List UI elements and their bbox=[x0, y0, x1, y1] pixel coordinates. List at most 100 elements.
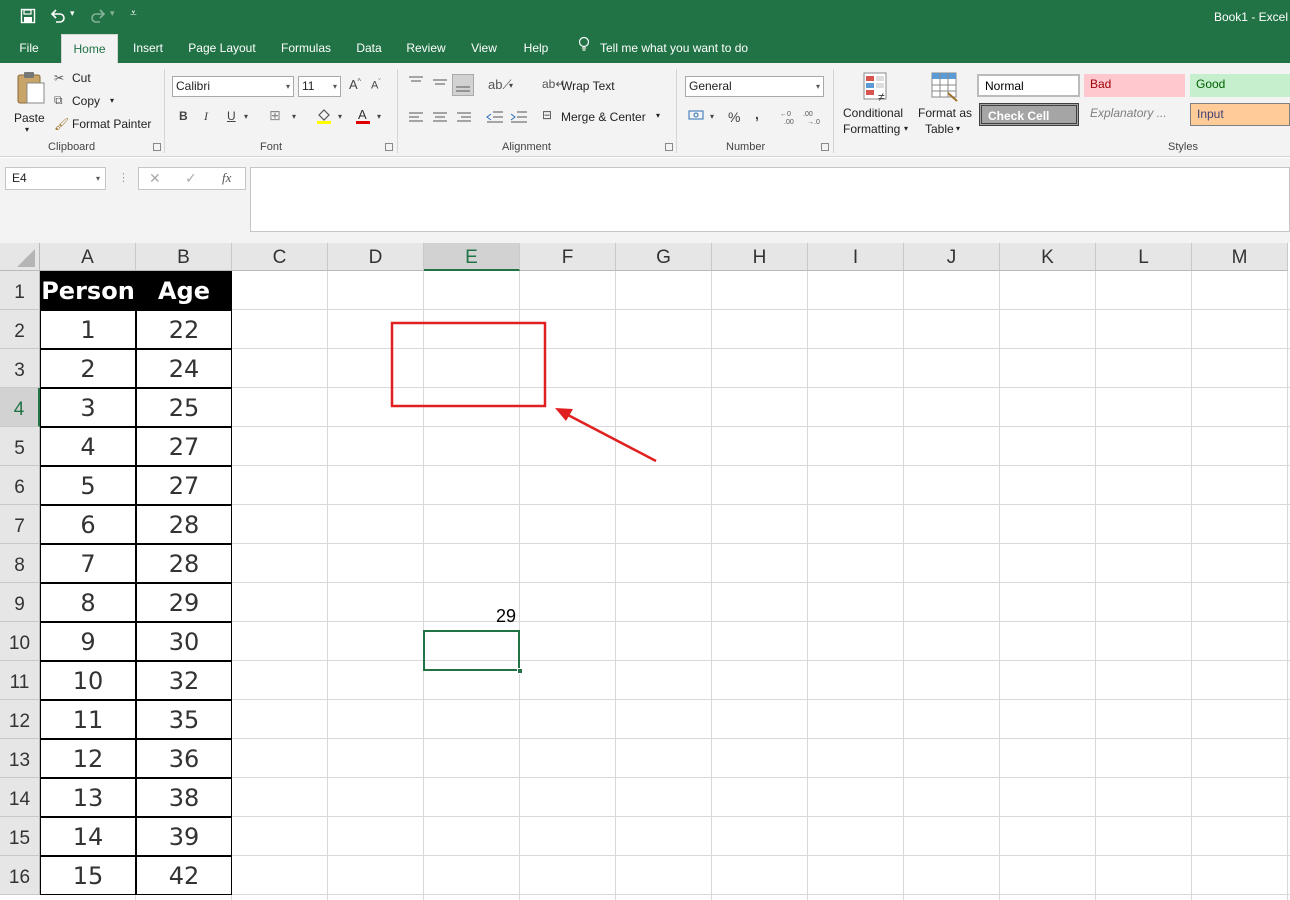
font-name-value: Calibri bbox=[176, 79, 211, 93]
merge-center-label: Merge & Center bbox=[561, 110, 646, 124]
cancel-icon[interactable]: ✕ bbox=[149, 170, 161, 187]
paste-button[interactable]: Paste ▾ bbox=[12, 69, 46, 137]
customize-qat-icon[interactable]: ⩡ bbox=[130, 6, 137, 21]
font-color-dropdown-icon[interactable]: ▾ bbox=[377, 112, 381, 121]
font-launcher-icon[interactable] bbox=[385, 143, 393, 151]
tab-help[interactable]: Help bbox=[517, 34, 555, 63]
tab-insert[interactable]: Insert bbox=[126, 34, 170, 63]
bold-button[interactable]: B bbox=[179, 109, 188, 123]
ribbon-home: Paste ▾ ✂ Cut ⧉ Copy ▾ 🖌 Format Painter … bbox=[0, 63, 1290, 157]
number-format-select[interactable]: General ▾ bbox=[685, 76, 824, 97]
styles-group-label: Styles bbox=[1168, 141, 1198, 153]
fill-color-icon[interactable] bbox=[316, 107, 332, 128]
decrease-decimal-icon[interactable]: .00 →.0 bbox=[803, 109, 823, 128]
format-as-table-dropdown-icon: ▾ bbox=[956, 124, 961, 133]
insert-function-icon[interactable]: fx bbox=[222, 170, 231, 186]
undo-icon[interactable] bbox=[49, 8, 67, 27]
style-check-cell[interactable]: Check Cell bbox=[979, 103, 1079, 126]
redo-icon[interactable] bbox=[89, 8, 107, 27]
fill-color-dropdown-icon[interactable]: ▾ bbox=[338, 112, 342, 121]
decrease-indent-icon[interactable] bbox=[486, 109, 504, 128]
number-launcher-icon[interactable] bbox=[821, 143, 829, 151]
percent-style-button[interactable]: % bbox=[728, 109, 740, 125]
borders-dropdown-icon[interactable]: ▾ bbox=[292, 112, 296, 121]
chevron-down-icon: ▾ bbox=[815, 82, 820, 91]
decrease-font-size-icon[interactable]: Aˇ bbox=[371, 79, 381, 92]
annotation-overlay bbox=[390, 321, 657, 463]
tab-file[interactable]: File bbox=[10, 34, 48, 63]
format-as-table-button[interactable]: Format as Table ▾ bbox=[916, 69, 972, 139]
annotation-arrow-head bbox=[555, 408, 573, 421]
orientation-dropdown-icon[interactable]: ▾ bbox=[509, 81, 513, 90]
conditional-formatting-label-1: Conditional bbox=[843, 106, 904, 120]
lightbulb-icon bbox=[578, 34, 590, 63]
merge-dropdown-icon: ▾ bbox=[656, 111, 661, 120]
save-icon[interactable] bbox=[20, 8, 36, 27]
font-size-select[interactable]: 11 ▾ bbox=[298, 76, 341, 97]
tab-home[interactable]: Home bbox=[61, 34, 118, 63]
format-as-table-icon bbox=[930, 71, 960, 106]
group-separator bbox=[164, 69, 165, 153]
borders-icon[interactable]: ⊞ bbox=[269, 107, 281, 124]
undo-dropdown-icon[interactable]: ▾ bbox=[70, 8, 75, 19]
style-bad[interactable]: Bad bbox=[1084, 74, 1185, 97]
tell-me-label: Tell me what you want to do bbox=[600, 41, 749, 55]
clipboard-launcher-icon[interactable] bbox=[153, 143, 161, 151]
tab-review[interactable]: Review bbox=[401, 34, 451, 63]
style-explanatory[interactable]: Explanatory ... bbox=[1084, 103, 1185, 126]
chevron-down-icon: ▾ bbox=[332, 82, 337, 91]
format-as-table-label-2: Table bbox=[925, 122, 954, 136]
format-painter-label: Format Painter bbox=[72, 117, 152, 131]
paste-label: Paste bbox=[14, 111, 45, 125]
font-name-select[interactable]: Calibri ▾ bbox=[172, 76, 294, 97]
svg-text:←0: ←0 bbox=[780, 111, 791, 118]
tab-view[interactable]: View bbox=[464, 34, 504, 63]
increase-font-size-icon[interactable]: A^ bbox=[349, 77, 361, 92]
bottom-align-icon[interactable] bbox=[452, 74, 474, 96]
style-normal[interactable]: Normal bbox=[977, 74, 1080, 97]
formula-bar: E4 ▾ ⋮ ✕ ✓ fx bbox=[0, 158, 1290, 243]
number-group-label: Number bbox=[726, 141, 766, 153]
align-left-icon[interactable] bbox=[408, 111, 424, 128]
accounting-format-icon[interactable] bbox=[688, 108, 706, 127]
format-as-table-label-1: Format as bbox=[918, 106, 973, 120]
tab-formulas[interactable]: Formulas bbox=[275, 34, 337, 63]
underline-dropdown-icon[interactable]: ▾ bbox=[244, 112, 248, 121]
worksheet-grid: Person Age 1 22 2 24 3 25 4 27 5 27 6 28 7 28 8 29 9 30 10 32… bbox=[0, 243, 1290, 900]
align-right-icon[interactable] bbox=[456, 111, 472, 128]
align-center-icon[interactable] bbox=[432, 111, 448, 128]
merge-center-button[interactable]: ⊟ Merge & Center ▾ bbox=[542, 108, 667, 126]
increase-decimal-icon[interactable]: ←0.00 bbox=[780, 109, 800, 128]
clipboard-icon bbox=[16, 71, 46, 108]
style-input[interactable]: Input bbox=[1190, 103, 1290, 126]
paste-dropdown-icon: ▾ bbox=[25, 125, 30, 134]
style-good[interactable]: Good bbox=[1190, 74, 1290, 97]
svg-text:≠: ≠ bbox=[878, 90, 885, 103]
annotation-highlight-box bbox=[390, 321, 547, 408]
enter-icon[interactable]: ✓ bbox=[185, 170, 197, 187]
copy-icon: ⧉ bbox=[54, 93, 63, 107]
alignment-group-label: Alignment bbox=[502, 141, 551, 153]
copy-dropdown-icon: ▾ bbox=[110, 96, 115, 105]
group-separator bbox=[833, 69, 834, 153]
wrap-text-button[interactable]: ab↵ Wrap Text bbox=[542, 77, 632, 95]
conditional-formatting-dropdown-icon: ▾ bbox=[904, 124, 909, 133]
font-color-icon[interactable]: A bbox=[355, 107, 371, 128]
name-box[interactable]: E4 ▾ bbox=[5, 167, 106, 190]
tell-me-search[interactable]: Tell me what you want to do bbox=[578, 34, 748, 63]
redo-dropdown-icon[interactable]: ▾ bbox=[110, 8, 115, 19]
tab-page-layout[interactable]: Page Layout bbox=[183, 34, 261, 63]
italic-button[interactable]: I bbox=[204, 109, 208, 124]
font-size-value: 11 bbox=[302, 79, 315, 93]
formula-input[interactable] bbox=[250, 167, 1290, 232]
underline-button[interactable]: U bbox=[227, 109, 236, 123]
alignment-launcher-icon[interactable] bbox=[665, 143, 673, 151]
comma-style-button[interactable]: , bbox=[755, 106, 759, 122]
middle-align-icon[interactable] bbox=[432, 75, 448, 92]
top-align-icon[interactable] bbox=[408, 75, 424, 92]
increase-indent-icon[interactable] bbox=[510, 109, 528, 128]
accounting-dropdown-icon[interactable]: ▾ bbox=[710, 112, 714, 121]
conditional-formatting-button[interactable]: ≠ Conditional Formatting ▾ bbox=[842, 69, 912, 139]
merge-icon: ⊟ bbox=[542, 108, 553, 122]
tab-data[interactable]: Data bbox=[350, 34, 388, 63]
